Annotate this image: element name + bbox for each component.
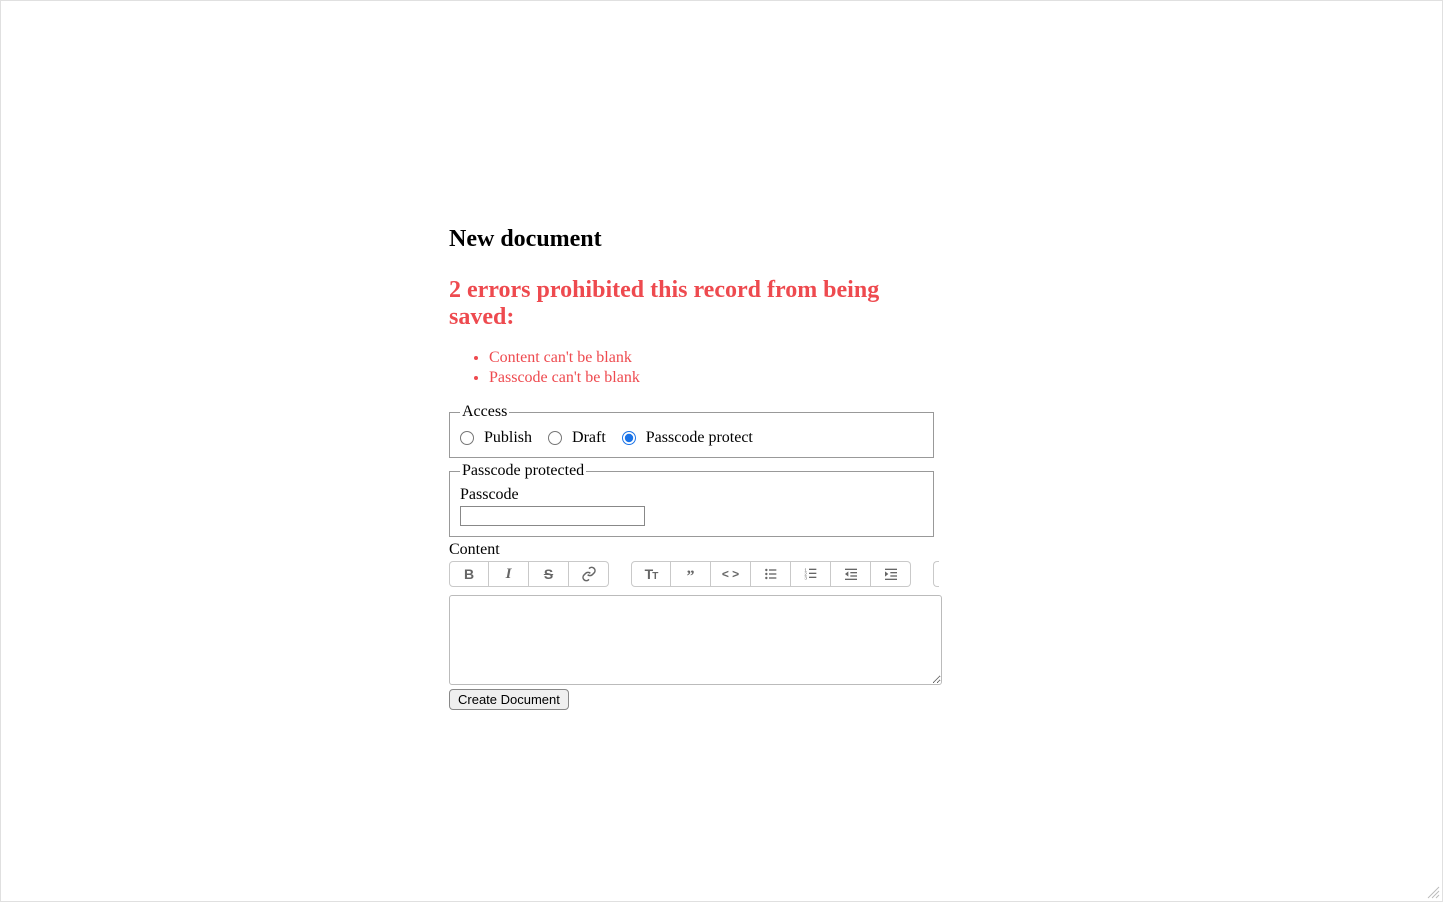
indent-icon [883, 566, 899, 582]
passcode-fieldset: Passcode protected Passcode [449, 462, 934, 537]
content-label: Content [449, 541, 944, 559]
outdent-button[interactable] [831, 561, 871, 587]
strike-button[interactable]: S [529, 561, 569, 587]
svg-text:3: 3 [804, 575, 807, 580]
content-editor[interactable] [449, 595, 942, 685]
access-legend: Access [460, 403, 509, 421]
access-radio-group: Publish Draft Passcode protect [460, 427, 923, 447]
bold-icon: B [464, 566, 474, 582]
toolbar-group-formatting: B I S [449, 561, 609, 587]
quote-icon: ” [687, 572, 695, 582]
radio-passcode-protect-label[interactable]: Passcode protect [646, 429, 753, 447]
error-item: Passcode can't be blank [489, 369, 944, 387]
toolbar-group-blocks: TT ” < > 1 2 3 [631, 561, 911, 587]
toolbar-overflow [933, 561, 939, 587]
passcode-input[interactable] [460, 506, 645, 526]
quote-button[interactable]: ” [671, 561, 711, 587]
bullet-list-icon [763, 566, 779, 582]
resize-handle-icon [1426, 885, 1440, 899]
bold-button[interactable]: B [449, 561, 489, 587]
editor-toolbar: B I S TT ” < > [449, 561, 944, 587]
error-heading: 2 errors prohibited this record from bei… [449, 277, 944, 331]
code-icon: < > [722, 567, 739, 581]
radio-passcode-protect[interactable] [622, 431, 636, 445]
numbered-list-button[interactable]: 1 2 3 [791, 561, 831, 587]
indent-button[interactable] [871, 561, 911, 587]
radio-publish[interactable] [460, 431, 474, 445]
form-container: New document 2 errors prohibited this re… [449, 226, 944, 710]
radio-publish-label[interactable]: Publish [484, 429, 532, 447]
create-document-button[interactable]: Create Document [449, 689, 569, 710]
italic-button[interactable]: I [489, 561, 529, 587]
radio-draft-label[interactable]: Draft [572, 429, 606, 447]
heading-icon: TT [645, 566, 658, 582]
italic-icon: I [506, 566, 512, 583]
heading-button[interactable]: TT [631, 561, 671, 587]
error-list: Content can't be blank Passcode can't be… [449, 349, 944, 387]
error-item: Content can't be blank [489, 349, 944, 367]
code-button[interactable]: < > [711, 561, 751, 587]
outdent-icon [843, 566, 859, 582]
strikethrough-icon: S [544, 566, 553, 582]
passcode-legend: Passcode protected [460, 462, 586, 480]
passcode-label: Passcode [460, 486, 923, 504]
link-button[interactable] [569, 561, 609, 587]
bullet-list-button[interactable] [751, 561, 791, 587]
numbered-list-icon: 1 2 3 [803, 566, 819, 582]
radio-draft[interactable] [548, 431, 562, 445]
access-fieldset: Access Publish Draft Passcode protect [449, 403, 934, 458]
link-icon [581, 566, 597, 582]
page-title: New document [449, 226, 944, 253]
